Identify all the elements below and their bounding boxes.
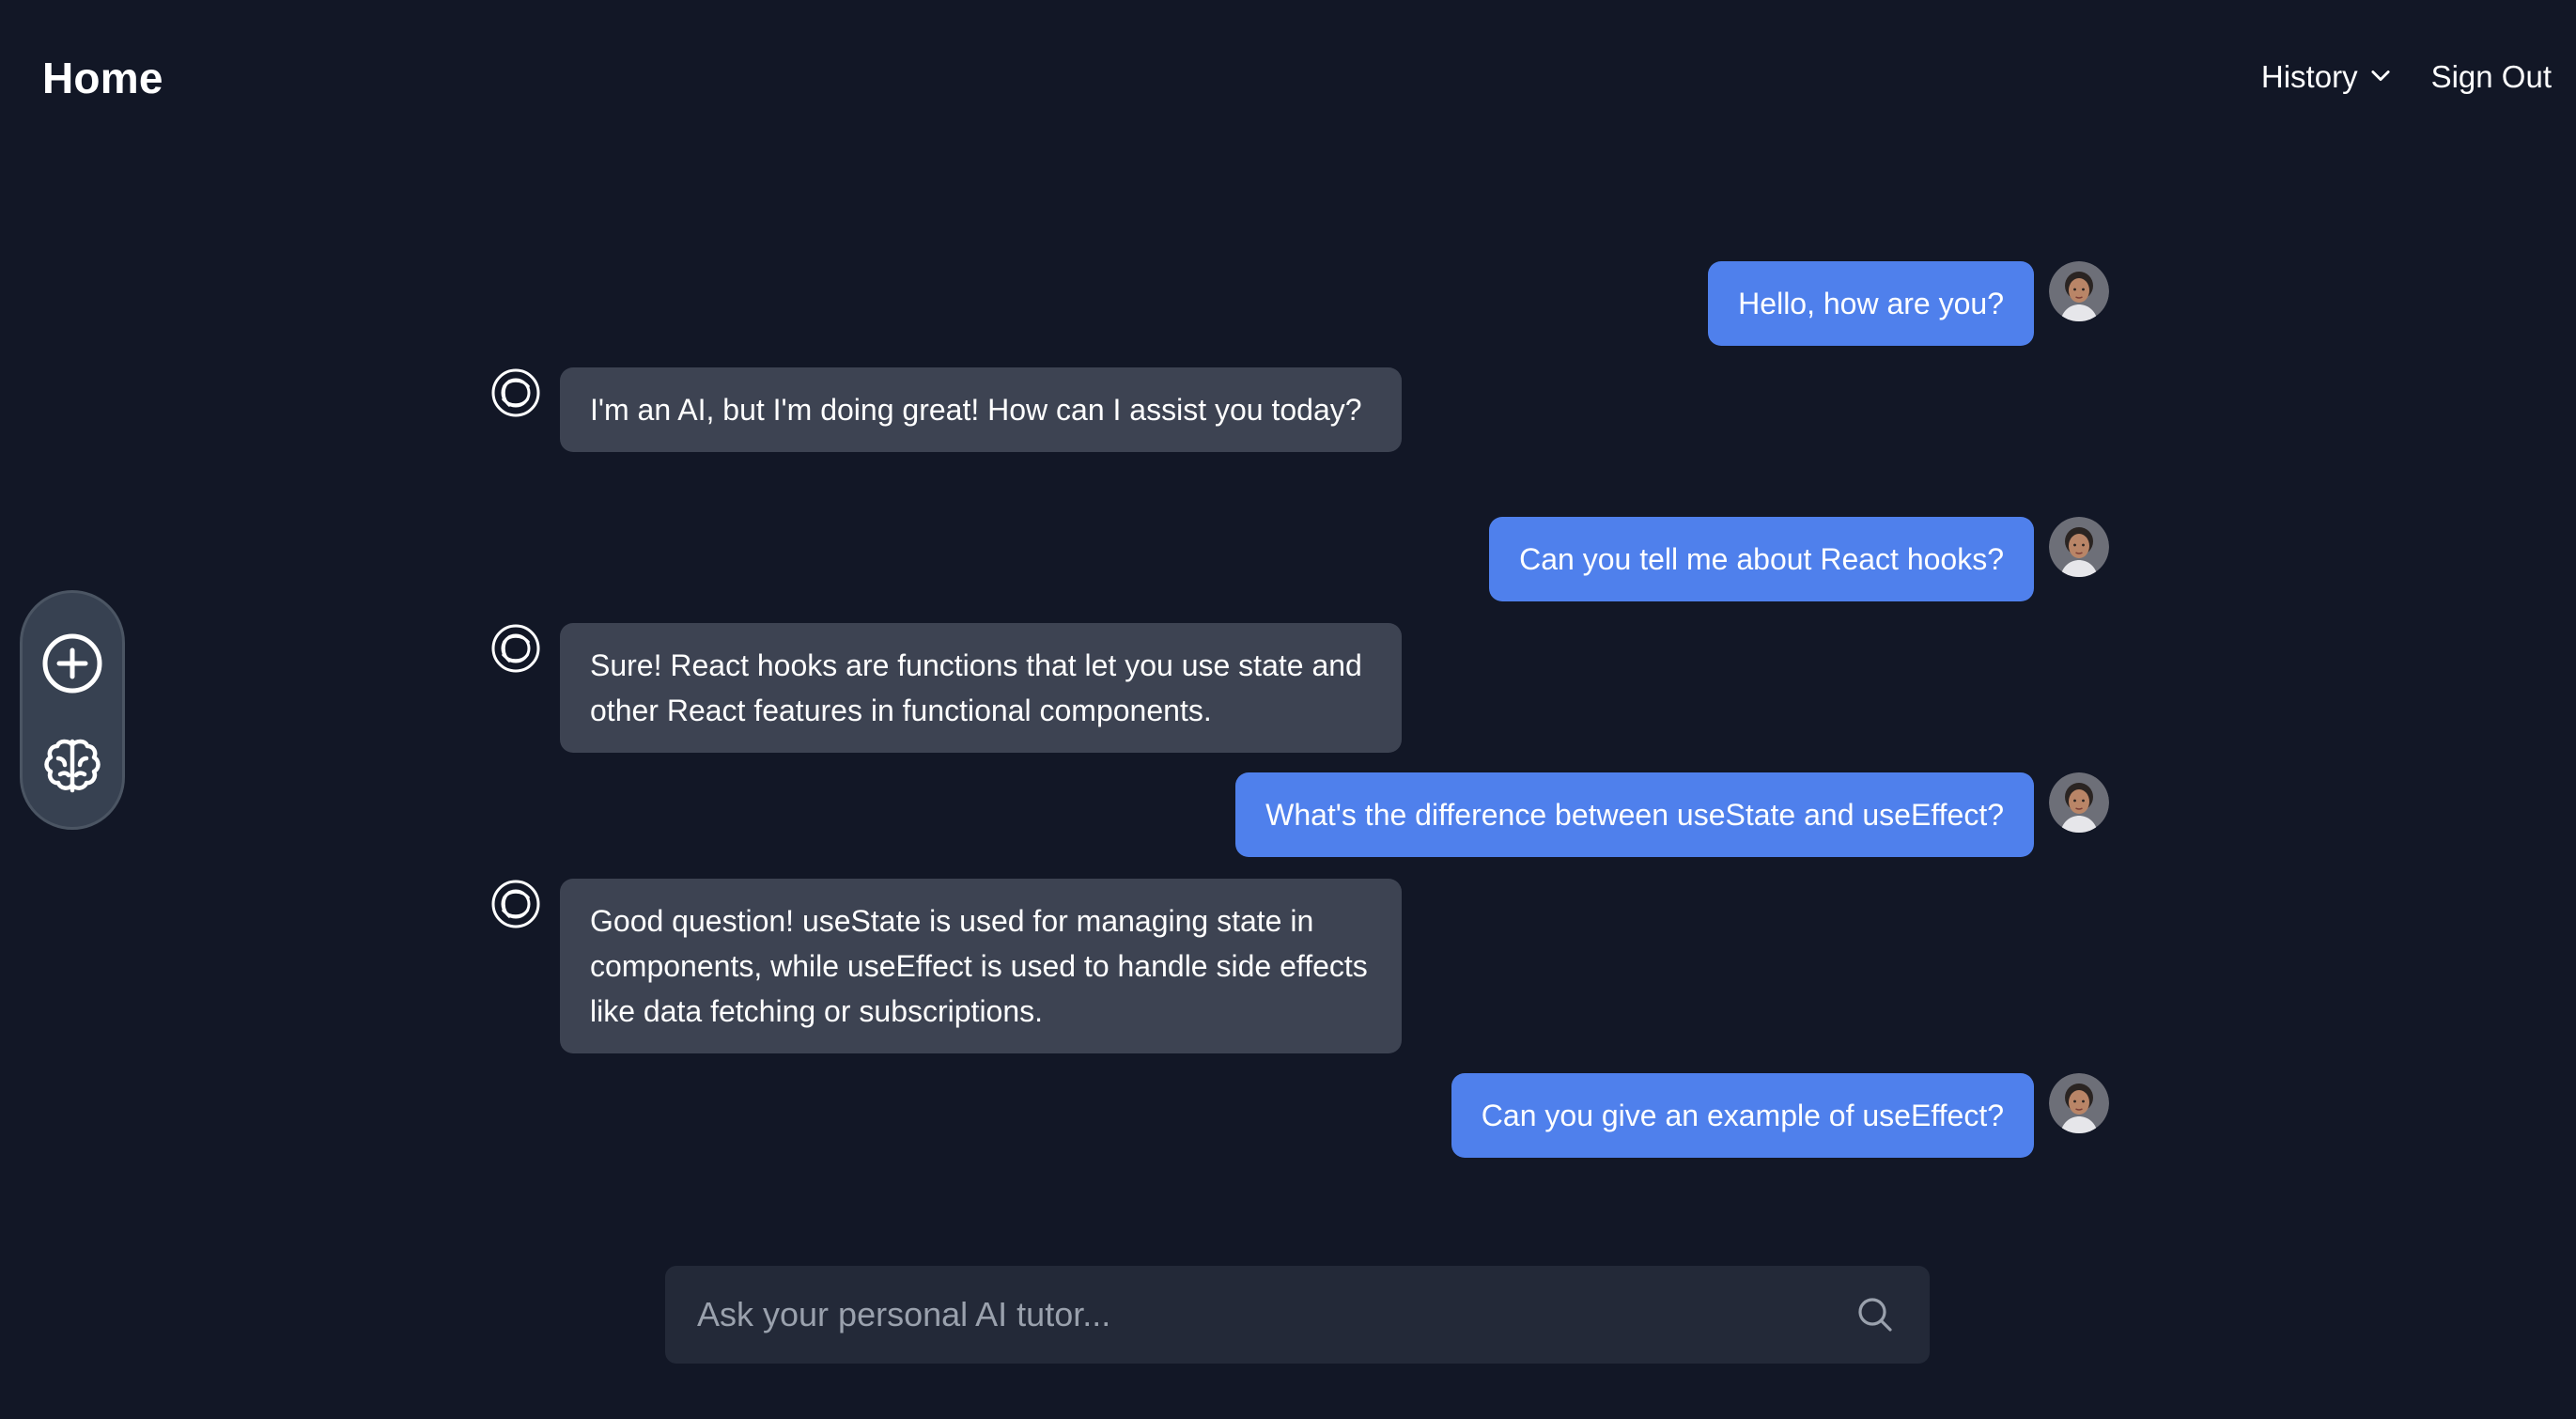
message-assistant: Sure! React hooks are functions that let…	[490, 623, 1402, 753]
plus-circle-icon	[42, 633, 102, 694]
assistant-message-bubble: I'm an AI, but I'm doing great! How can …	[560, 367, 1402, 452]
history-label: History	[2260, 59, 2358, 94]
app-root: Home History Sign Out Hello, how are you…	[0, 0, 2576, 1419]
search-icon	[1858, 1298, 1892, 1332]
assistant-message-bubble: Good question! useState is used for mana…	[560, 879, 1402, 1053]
chevron-down-icon	[2367, 58, 2394, 96]
user-message-bubble: Can you tell me about React hooks?	[1489, 517, 2034, 601]
floating-sidebar	[20, 590, 125, 830]
user-avatar	[2049, 261, 2109, 321]
message-user: Can you give an example of useEffect?	[1451, 1073, 2109, 1158]
chat-input[interactable]	[695, 1294, 1854, 1335]
ai-logo-icon	[490, 623, 541, 674]
sign-out-link[interactable]: Sign Out	[2431, 59, 2552, 95]
brain-button[interactable]	[39, 732, 105, 798]
user-avatar	[2049, 772, 2109, 833]
ai-logo-icon	[490, 367, 541, 418]
user-message-bubble: Can you give an example of useEffect?	[1451, 1073, 2034, 1158]
message-assistant: Good question! useState is used for mana…	[490, 879, 1402, 1053]
page-title: Home	[42, 54, 163, 102]
new-chat-button[interactable]	[39, 631, 105, 696]
user-message-bubble: What's the difference between useState a…	[1235, 772, 2034, 857]
assistant-message-bubble: Sure! React hooks are functions that let…	[560, 623, 1402, 753]
user-message-bubble: Hello, how are you?	[1708, 261, 2034, 346]
message-user: What's the difference between useState a…	[1235, 772, 2109, 857]
submit-button[interactable]	[1854, 1294, 1896, 1335]
message-assistant: I'm an AI, but I'm doing great! How can …	[490, 367, 1402, 452]
top-nav: History Sign Out	[2261, 49, 2552, 105]
user-avatar	[2049, 1073, 2109, 1133]
chat-input-bar	[665, 1266, 1930, 1364]
brain-icon	[44, 739, 101, 793]
message-user: Can you tell me about React hooks?	[1489, 517, 2109, 601]
user-avatar	[2049, 517, 2109, 577]
message-user: Hello, how are you?	[1708, 261, 2109, 346]
ai-logo-icon	[490, 879, 541, 929]
history-dropdown[interactable]: History	[2261, 58, 2394, 96]
